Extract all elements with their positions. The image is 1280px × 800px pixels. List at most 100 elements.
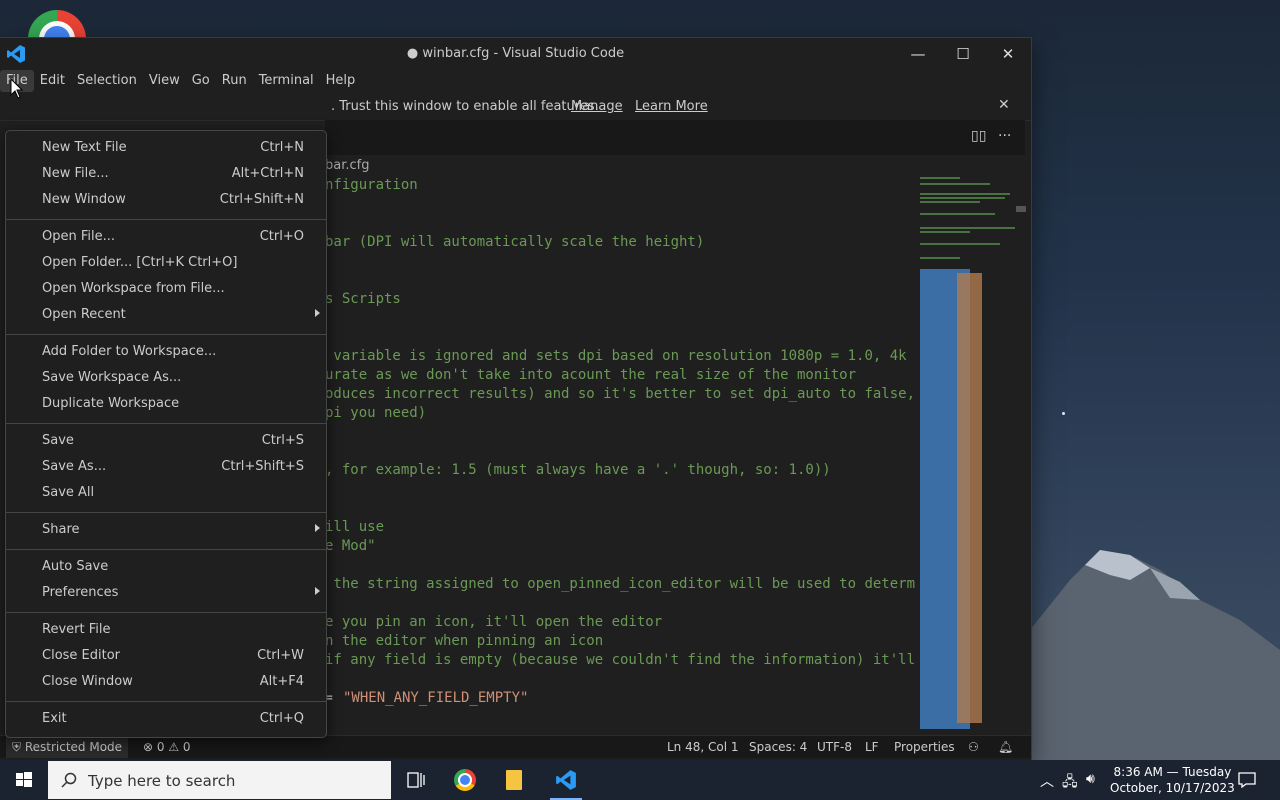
code-line: s Scripts	[325, 291, 401, 307]
menu-item-close-editor[interactable]: Close Editor Ctrl+W	[6, 644, 326, 670]
minimap[interactable]	[917, 173, 1017, 733]
menu-selection[interactable]: Selection	[71, 70, 143, 92]
code-line: bar (DPI will automatically scale the he…	[325, 234, 705, 250]
menu-bar: File Edit Selection View Go Run Terminal…	[0, 70, 361, 92]
learn-more-link[interactable]: Learn More	[635, 99, 708, 114]
code-line: variable is ignored and sets dpi based o…	[325, 348, 907, 364]
restricted-mode-label: Restricted Mode	[24, 740, 123, 754]
menu-item-save-as[interactable]: Save As... Ctrl+Shift+S	[6, 455, 326, 481]
file-menu: New Text File Ctrl+N New File... Alt+Ctrl+…	[5, 130, 327, 738]
menu-separator	[6, 612, 326, 613]
cursor-position[interactable]: Ln 48, Col 1	[667, 740, 739, 754]
scrollbar-thumb[interactable]	[1016, 206, 1026, 212]
editor-tab-bar: ▯▯ ···	[325, 120, 1025, 155]
notifications-icon[interactable]	[1238, 772, 1256, 788]
manage-link[interactable]: Manage	[571, 99, 623, 114]
volume-icon[interactable]: 🔊︎	[1086, 771, 1095, 787]
banner-text: . Trust this window to enable all featur…	[331, 99, 599, 114]
split-editor-icon[interactable]: ▯▯	[971, 128, 986, 144]
shield-icon: ⛨	[12, 740, 25, 754]
windows-start-icon[interactable]	[6, 760, 42, 800]
code-line: n the editor when pinning an icon	[325, 633, 604, 649]
encoding[interactable]: UTF-8	[817, 740, 852, 754]
menu-separator	[6, 512, 326, 513]
indentation[interactable]: Spaces: 4	[749, 740, 807, 754]
menu-item-revert-file[interactable]: Revert File	[6, 618, 326, 644]
code-line: the string assigned to open_pinned_icon_…	[325, 576, 916, 592]
minimize-button[interactable]: —	[895, 38, 941, 70]
task-view-icon[interactable]	[392, 760, 440, 800]
accounts-icon[interactable]: ⚇	[968, 740, 979, 754]
menu-item-duplicate-workspace[interactable]: Duplicate Workspace	[6, 392, 326, 418]
menu-item-open-folder[interactable]: Open Folder... [Ctrl+K Ctrl+O]	[6, 251, 326, 277]
menu-help[interactable]: Help	[320, 70, 362, 92]
code-line: ill use	[325, 519, 385, 535]
menu-separator	[6, 701, 326, 702]
menu-go[interactable]: Go	[186, 70, 216, 92]
problems-indicator[interactable]: ⊗ 0 ⚠ 0	[143, 740, 191, 754]
menu-separator	[6, 549, 326, 550]
menu-item-save-workspace-as[interactable]: Save Workspace As...	[6, 366, 326, 392]
code-line: nfiguration	[325, 177, 418, 193]
title-bar[interactable]: ● winbar.cfg - Visual Studio Code — ☐ ✕	[0, 38, 1031, 70]
menu-separator	[6, 219, 326, 220]
code-line: e Mod"	[325, 538, 376, 554]
taskbar-clock[interactable]: 8:36 AM — Tuesday October, 10/17/2023	[1110, 764, 1235, 796]
menu-item-exit[interactable]: Exit Ctrl+Q	[6, 707, 326, 733]
star	[1062, 412, 1065, 415]
menu-item-close-window[interactable]: Close Window Alt+F4	[6, 670, 326, 696]
code-line: , for example: 1.5 (must always have a '…	[325, 462, 831, 478]
vscode-window: ● winbar.cfg - Visual Studio Code — ☐ ✕ …	[0, 38, 1031, 760]
taskbar-search-input[interactable]: Type here to search	[48, 761, 391, 799]
search-placeholder: Type here to search	[88, 772, 236, 790]
notifications-bell-icon[interactable]: 🔔︎	[998, 740, 1013, 754]
network-icon[interactable]: 🖧︎	[1062, 771, 1078, 795]
menu-separator	[6, 423, 326, 424]
menu-item-save-all[interactable]: Save All	[6, 481, 326, 507]
restricted-mode-indicator[interactable]: ⛨ Restricted Mode	[6, 736, 129, 758]
menu-terminal[interactable]: Terminal	[253, 70, 320, 92]
file-explorer-icon[interactable]	[490, 760, 538, 800]
close-button[interactable]: ✕	[985, 38, 1031, 70]
chrome-taskbar-icon[interactable]	[441, 760, 489, 800]
menu-item-save[interactable]: Save Ctrl+S	[6, 429, 326, 455]
menu-item-preferences[interactable]: Preferences	[6, 581, 326, 607]
end-of-line[interactable]: LF	[865, 740, 879, 754]
window-title: ● winbar.cfg - Visual Studio Code	[406, 46, 625, 61]
mountain-background	[1030, 550, 1280, 770]
taskbar: Type here to search ︿ 🖧︎ 🔊︎ 8:36 AM — Tu…	[0, 760, 1280, 800]
menu-run[interactable]: Run	[216, 70, 253, 92]
code-line: oduces incorrect results) and so it's be…	[325, 386, 916, 402]
menu-item-new-window[interactable]: New Window Ctrl+Shift+N	[6, 188, 326, 214]
code-line: e you pin an icon, it'll open the editor	[325, 614, 663, 630]
code-line: pi you need)	[325, 405, 427, 421]
vscode-taskbar-icon[interactable]	[542, 760, 590, 800]
submenu-arrow-icon	[315, 524, 320, 532]
menu-item-new-file[interactable]: New File... Alt+Ctrl+N	[6, 162, 326, 188]
menu-separator	[6, 334, 326, 335]
search-icon	[61, 772, 77, 788]
more-actions-icon[interactable]: ···	[998, 128, 1011, 144]
code-string: "WHEN_ANY_FIELD_EMPTY"	[343, 690, 529, 706]
menu-item-new-text-file[interactable]: New Text File Ctrl+N	[6, 136, 326, 162]
restricted-mode-banner: . Trust this window to enable all featur…	[0, 94, 1031, 121]
breadcrumb[interactable]: bar.cfg	[325, 158, 369, 173]
menu-item-open-file[interactable]: Open File... Ctrl+O	[6, 225, 326, 251]
clock-date: October, 10/17/2023	[1110, 781, 1235, 795]
menu-view[interactable]: View	[143, 70, 186, 92]
menu-item-add-folder[interactable]: Add Folder to Workspace...	[6, 340, 326, 366]
code-line: if any field is empty (because we couldn…	[325, 652, 916, 668]
menu-item-share[interactable]: Share	[6, 518, 326, 544]
submenu-arrow-icon	[315, 309, 320, 317]
maximize-button[interactable]: ☐	[940, 38, 986, 70]
menu-item-auto-save[interactable]: Auto Save	[6, 555, 326, 581]
menu-item-open-workspace[interactable]: Open Workspace from File...	[6, 277, 326, 303]
show-hidden-icons-chevron-icon[interactable]: ︿	[1040, 771, 1054, 791]
submenu-arrow-icon	[315, 587, 320, 595]
menu-edit[interactable]: Edit	[34, 70, 71, 92]
status-bar: ⛨ Restricted Mode ⊗ 0 ⚠ 0 Ln 48, Col 1 S…	[0, 735, 1031, 758]
code-line: urate as we don't take into acount the r…	[325, 367, 857, 383]
language-mode[interactable]: Properties	[894, 740, 955, 754]
banner-close-icon[interactable]: ✕	[998, 97, 1010, 113]
menu-item-open-recent[interactable]: Open Recent	[6, 303, 326, 329]
